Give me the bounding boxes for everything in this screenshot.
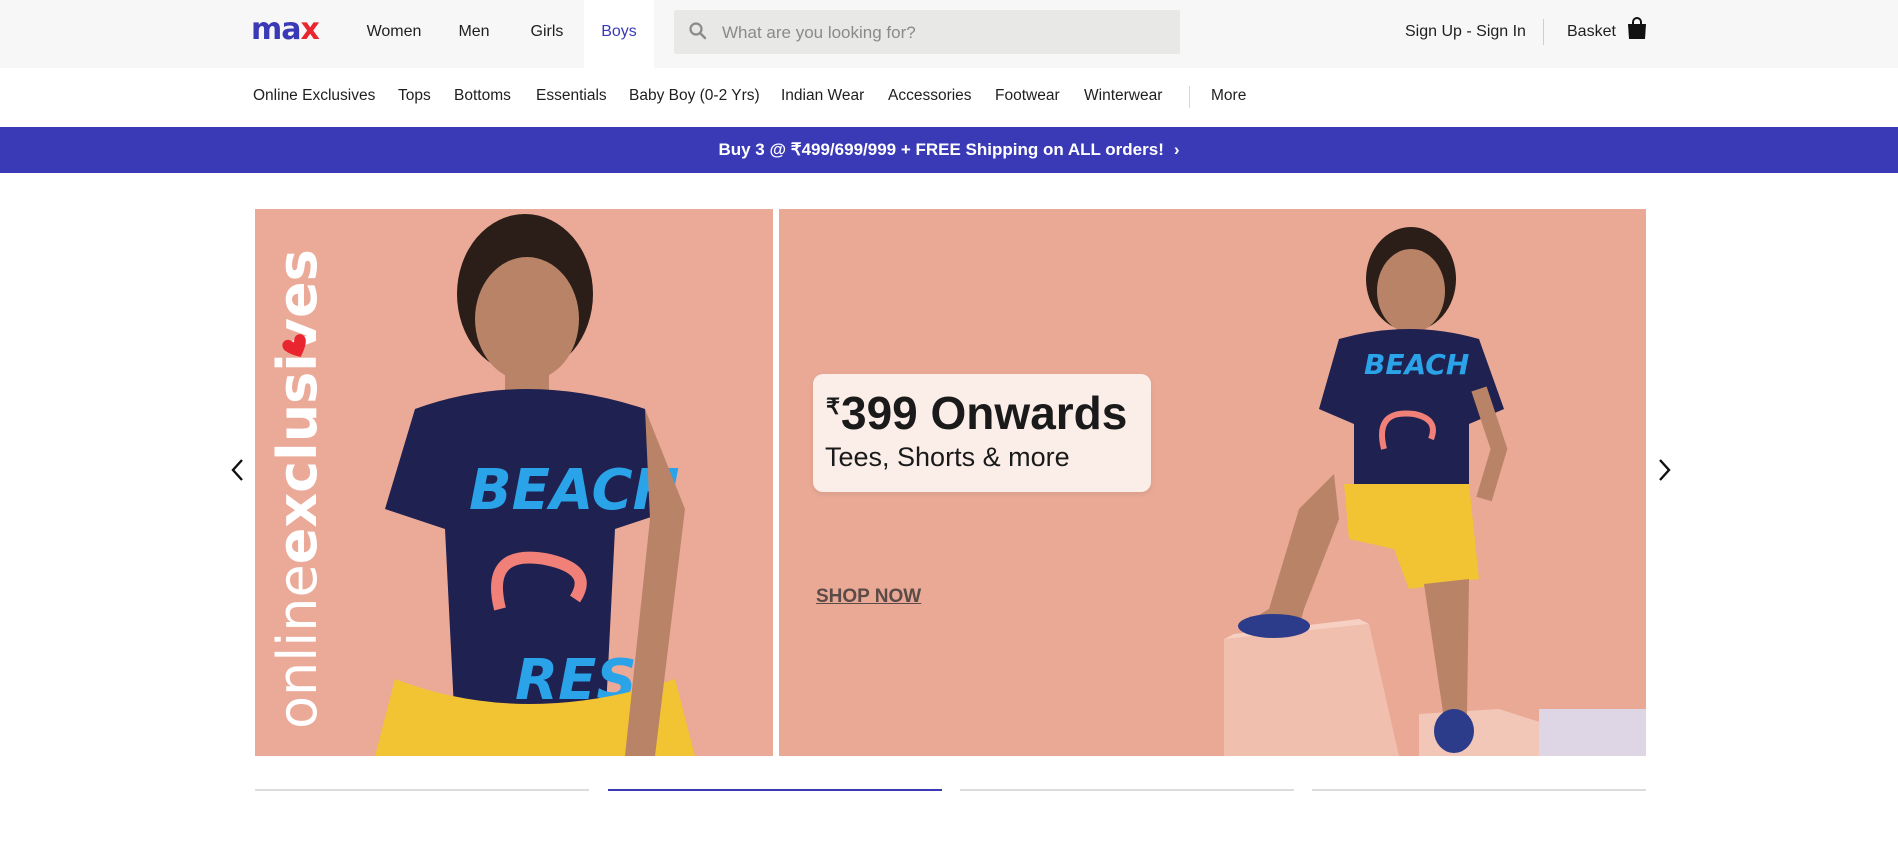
cat-bottoms[interactable]: Bottoms <box>454 68 511 124</box>
top-header: max Women Men Girls Boys Sign Up - Sign … <box>0 0 1898 68</box>
carousel-indicator-1[interactable] <box>255 789 589 791</box>
search-icon <box>689 22 707 40</box>
cat-online-exclusives[interactable]: Online Exclusives <box>253 68 375 124</box>
dept-women[interactable]: Women <box>352 0 436 68</box>
rupee-symbol: ₹ <box>826 394 840 419</box>
chevron-left-icon[interactable] <box>226 455 250 485</box>
signin-link[interactable]: Sign Up - Sign In <box>1405 0 1526 64</box>
carousel-indicator-2[interactable] <box>608 789 942 791</box>
carousel-indicator-3[interactable] <box>960 789 1294 791</box>
promo-banner[interactable]: Buy 3 @ ₹499/699/999 + FREE Shipping on … <box>0 127 1898 173</box>
cat-baby-boy[interactable]: Baby Boy (0-2 Yrs) <box>629 68 760 124</box>
max-logo[interactable]: max <box>251 15 320 45</box>
shop-now-link[interactable]: SHOP NOW <box>816 586 921 608</box>
category-divider <box>1189 86 1190 108</box>
dept-men[interactable]: Men <box>444 0 504 68</box>
banner-left-panel: onlineexclusives BEACH RES <box>255 209 773 756</box>
promo-text: Buy 3 @ ₹499/699/999 + FREE Shipping on … <box>718 140 1164 159</box>
search-input[interactable] <box>720 10 1174 56</box>
cat-accessories[interactable]: Accessories <box>888 68 972 124</box>
cat-indian-wear[interactable]: Indian Wear <box>781 68 864 124</box>
price-card: ₹ 399 Onwards Tees, Shorts & more <box>813 374 1151 492</box>
cat-essentials[interactable]: Essentials <box>536 68 607 124</box>
hero-banner[interactable]: onlineexclusives BEACH RES BEACH ₹ 399 O… <box>255 209 1646 756</box>
price-headline: 399 Onwards <box>841 387 1128 439</box>
basket-icon[interactable] <box>1627 16 1647 40</box>
svg-text:BEACH: BEACH <box>1364 348 1469 381</box>
carousel-indicator-4[interactable] <box>1312 789 1646 791</box>
category-nav: Online Exclusives Tops Bottoms Essential… <box>0 68 1898 127</box>
search-bar[interactable] <box>674 10 1180 56</box>
boy-image-left: BEACH RES <box>375 214 695 756</box>
cat-winterwear[interactable]: Winterwear <box>1084 68 1162 124</box>
dept-girls[interactable]: Girls <box>516 0 578 68</box>
cat-footwear[interactable]: Footwear <box>995 68 1060 124</box>
header-divider <box>1543 19 1544 45</box>
cat-tops[interactable]: Tops <box>398 68 431 124</box>
price-subtitle: Tees, Shorts & more <box>825 442 1070 472</box>
basket-link[interactable]: Basket <box>1567 0 1616 64</box>
dept-boys[interactable]: Boys <box>584 0 654 68</box>
chevron-right-icon: › <box>1173 140 1180 159</box>
chevron-right-icon[interactable] <box>1652 455 1676 485</box>
cat-more[interactable]: More <box>1211 68 1246 124</box>
